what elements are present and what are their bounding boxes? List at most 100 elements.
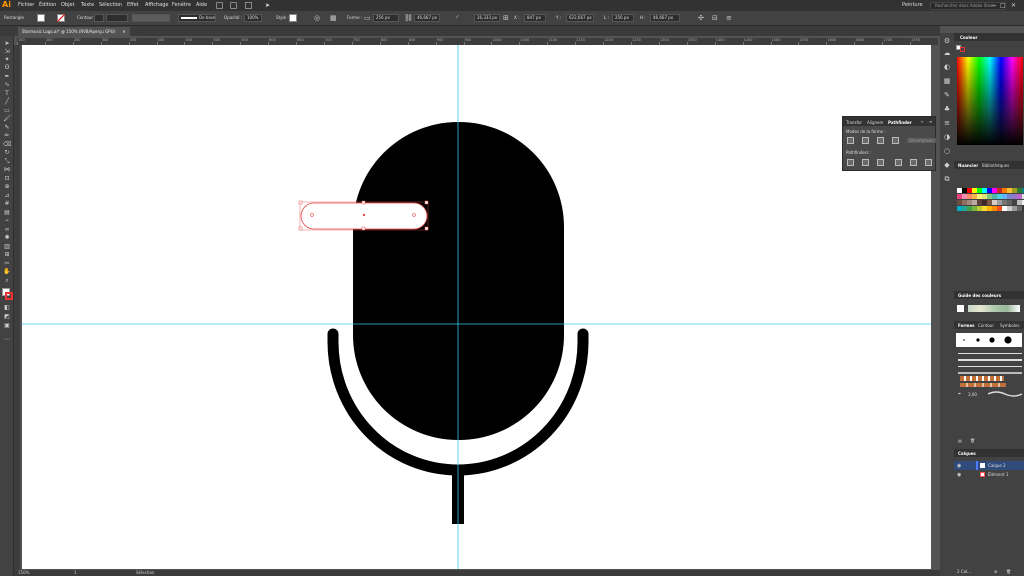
- pen-tool-icon[interactable]: ✒: [3, 73, 11, 80]
- y-field[interactable]: 622,667 px: [566, 14, 594, 22]
- intersect-button[interactable]: [877, 137, 884, 144]
- resize-handle[interactable]: [424, 200, 429, 205]
- tab-stroke[interactable]: Contour: [978, 323, 994, 328]
- tab-transform[interactable]: Transfor: [846, 120, 862, 125]
- fill-swatch[interactable]: [37, 14, 45, 22]
- tab-swatches[interactable]: Nuancier: [958, 163, 978, 168]
- crop-button[interactable]: [895, 159, 902, 166]
- w-field[interactable]: 256 px: [612, 14, 634, 22]
- brush-stroke[interactable]: [958, 359, 1022, 361]
- pattern-brush[interactable]: [960, 376, 1004, 381]
- variable-width-select[interactable]: [106, 14, 128, 22]
- eraser-tool-icon[interactable]: ⌫: [3, 141, 11, 148]
- delete-layer-icon[interactable]: 🗑: [1006, 569, 1011, 574]
- color-stroke-indicator[interactable]: [960, 47, 965, 52]
- base-color-swatch[interactable]: [957, 305, 964, 312]
- reference-point-icon[interactable]: ⊞: [503, 14, 509, 22]
- bridge-icon[interactable]: [216, 2, 223, 9]
- menu-objet[interactable]: Objet: [61, 2, 75, 8]
- horizontal-ruler[interactable]: 150 200 250 300 350 400 450 500 550 600 650 700 750 8…: [17, 38, 938, 45]
- hand-tool-icon[interactable]: ✋: [3, 268, 11, 275]
- opacity-field[interactable]: 100%: [244, 14, 262, 22]
- resize-handle[interactable]: [361, 226, 366, 231]
- resize-handle[interactable]: [424, 226, 429, 231]
- artboard-tool-icon[interactable]: ⊞: [3, 251, 11, 258]
- stroke-color-icon[interactable]: [5, 292, 13, 300]
- menu-fichier[interactable]: Fichier: [18, 2, 34, 8]
- tab-layers[interactable]: Calques: [958, 451, 976, 456]
- send-icon[interactable]: ➤: [265, 2, 270, 9]
- width-tool-icon[interactable]: ⋈: [3, 166, 11, 173]
- magic-wand-tool-icon[interactable]: ✦: [3, 56, 11, 63]
- appearance-panel-icon[interactable]: ○: [943, 147, 951, 155]
- document-tab[interactable]: Starmusic Logo.ai* @ 150% (RVB/Aperçu GP…: [18, 27, 130, 36]
- menu-texte[interactable]: Texte: [81, 2, 94, 8]
- blend-tool-icon[interactable]: ∞: [3, 226, 11, 233]
- pencil-tool-icon[interactable]: ✏: [3, 132, 11, 139]
- outline-button[interactable]: [910, 159, 917, 166]
- corner-radius-field[interactable]: 26,333 px: [474, 14, 500, 22]
- menu-affichage[interactable]: Affichage: [145, 2, 169, 8]
- paintbrush-tool-icon[interactable]: 🖌: [3, 115, 11, 122]
- layers-panel-icon[interactable]: ◆: [943, 161, 951, 169]
- arrange-documents-icon[interactable]: [245, 2, 252, 9]
- slice-tool-icon[interactable]: ✂: [3, 260, 11, 267]
- shaper-tool-icon[interactable]: ✎: [3, 124, 11, 131]
- x-field[interactable]: 847 px: [524, 14, 546, 22]
- menu-selection[interactable]: Sélection: [99, 2, 122, 8]
- tab-brushes[interactable]: Formes: [958, 323, 975, 328]
- selection-tool-icon[interactable]: ➤: [3, 40, 11, 47]
- minus-back-button[interactable]: [925, 159, 932, 166]
- menu-effet[interactable]: Effet: [127, 2, 139, 8]
- swatches-panel-icon[interactable]: ▦: [943, 77, 951, 85]
- trim-button[interactable]: [862, 159, 869, 166]
- resize-handle[interactable]: [298, 226, 303, 231]
- brush-definition-select[interactable]: De base: [178, 14, 216, 22]
- drawing-mode-icon[interactable]: ◩: [3, 313, 11, 320]
- direct-selection-tool-icon[interactable]: ⇲: [3, 48, 11, 55]
- brush-stroke[interactable]: [958, 366, 1022, 367]
- isolate-icon[interactable]: ⊟: [712, 14, 718, 22]
- merge-button[interactable]: [877, 159, 884, 166]
- expand-button[interactable]: Décomposer: [907, 138, 937, 143]
- layer-row[interactable]: ◉ Calque 2: [954, 461, 1024, 470]
- visibility-icon[interactable]: ◉: [957, 472, 961, 478]
- recolor-icon[interactable]: ◎: [314, 14, 320, 22]
- symbols-panel-icon[interactable]: ♣: [943, 105, 951, 113]
- align-icon[interactable]: ▦: [330, 14, 337, 22]
- graphic-style-swatch[interactable]: [289, 14, 297, 22]
- minus-front-button[interactable]: [862, 137, 869, 144]
- brush-library-icon[interactable]: ▤: [958, 438, 962, 443]
- unite-button[interactable]: [847, 137, 854, 144]
- tab-color[interactable]: Couleur: [960, 35, 977, 40]
- current-tool-status[interactable]: Sélection: [136, 570, 154, 575]
- brush-stroke[interactable]: [958, 372, 1022, 374]
- edit-toolbar-icon[interactable]: ⋯: [3, 336, 11, 343]
- pattern-brush[interactable]: [960, 383, 1006, 387]
- stroke-panel-icon[interactable]: ≡: [943, 119, 951, 127]
- tab-symbols[interactable]: Symboles: [1000, 323, 1019, 328]
- panel-menu-icon[interactable]: ≡: [726, 14, 732, 22]
- shape-width-field[interactable]: 256 px: [373, 14, 399, 22]
- close-tab-icon[interactable]: ✕: [122, 29, 125, 34]
- menu-aide[interactable]: Aide: [196, 2, 207, 8]
- exclude-button[interactable]: [892, 137, 899, 144]
- line-tool-icon[interactable]: ╱: [3, 98, 11, 105]
- collapse-panel-icon[interactable]: »: [921, 119, 923, 124]
- scale-tool-icon[interactable]: ⤡: [3, 158, 11, 165]
- shape-builder-tool-icon[interactable]: ⊕: [3, 183, 11, 190]
- brush-stroke[interactable]: [958, 353, 1022, 354]
- transform-icon[interactable]: ✣: [698, 14, 704, 22]
- stroke-weight-field[interactable]: [94, 14, 104, 22]
- color-mode-icon[interactable]: ◧: [3, 304, 11, 311]
- selected-rounded-rectangle[interactable]: [298, 200, 429, 231]
- eyedropper-tool-icon[interactable]: ⌁: [3, 217, 11, 224]
- transparency-panel-icon[interactable]: ◑: [943, 133, 951, 141]
- stroke-swatch[interactable]: [57, 14, 65, 22]
- artboards-panel-icon[interactable]: ⧉: [943, 175, 951, 183]
- tab-pathfinder[interactable]: Pathfinder: [888, 120, 912, 125]
- curvature-tool-icon[interactable]: ∿: [3, 81, 11, 88]
- layer-row[interactable]: ◉ Élément 1: [954, 470, 1024, 479]
- symbol-sprayer-tool-icon[interactable]: ✺: [3, 234, 11, 241]
- properties-icon[interactable]: ⚙: [943, 37, 951, 45]
